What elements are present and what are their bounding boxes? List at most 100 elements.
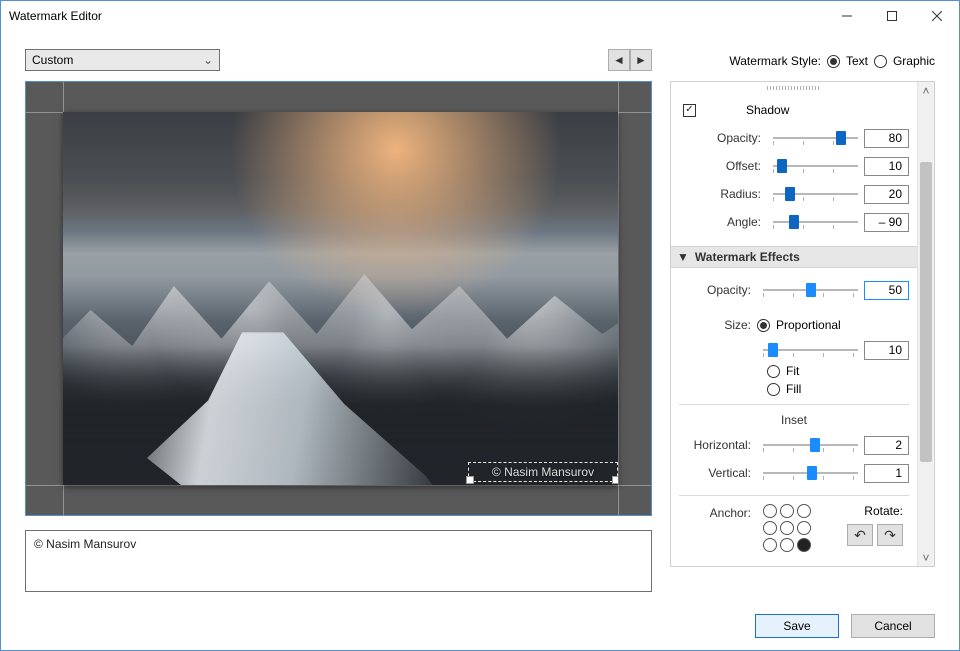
style-text-label: Text: [846, 54, 868, 68]
titlebar: Watermark Editor: [1, 1, 959, 31]
inset-horizontal-value[interactable]: 2: [864, 436, 909, 455]
watermark-style-label: Watermark Style:: [729, 54, 821, 68]
size-value[interactable]: 10: [864, 341, 909, 360]
guide-line: [618, 82, 619, 515]
shadow-offset-row: Offset: 10: [679, 152, 909, 180]
rotate-right-button[interactable]: ↷: [877, 524, 903, 546]
size-suboptions: Fit Fill: [767, 364, 909, 396]
shadow-offset-slider[interactable]: [773, 156, 858, 176]
anchor-cell-bc[interactable]: [780, 538, 794, 552]
left-column: Custom ⌄ ◄ ► © Nasim Mansurov: [25, 49, 652, 602]
size-slider[interactable]: [763, 340, 858, 360]
shadow-label: Shadow: [746, 103, 789, 117]
dialog-footer: Save Cancel: [1, 602, 959, 650]
style-text-radio[interactable]: [827, 55, 840, 68]
shadow-offset-label: Offset:: [679, 159, 767, 173]
effects-opacity-label: Opacity:: [679, 283, 757, 297]
anchor-label: Anchor:: [679, 504, 757, 520]
size-fit-radio[interactable]: [767, 365, 780, 378]
nav-buttons: ◄ ►: [608, 49, 652, 71]
size-mode-row: Size: Proportional: [679, 314, 909, 336]
shadow-angle-slider[interactable]: [773, 212, 858, 232]
cancel-button[interactable]: Cancel: [851, 614, 935, 638]
preview-canvas[interactable]: © Nasim Mansurov: [25, 81, 652, 516]
anchor-grid[interactable]: [763, 504, 813, 554]
watermark-effects-header[interactable]: ▼ Watermark Effects: [671, 246, 917, 268]
inset-horizontal-label: Horizontal:: [679, 438, 757, 452]
anchor-cell-mc[interactable]: [780, 521, 794, 535]
scroll-thumb[interactable]: [920, 162, 932, 462]
next-image-button[interactable]: ►: [630, 49, 652, 71]
watermark-text-value: © Nasim Mansurov: [34, 537, 136, 551]
watermark-style-row: Watermark Style: Text Graphic: [670, 49, 935, 73]
shadow-toggle-row: Shadow: [679, 96, 909, 124]
close-button[interactable]: [914, 1, 959, 31]
watermark-text-input[interactable]: © Nasim Mansurov: [25, 530, 652, 592]
shadow-opacity-value[interactable]: 80: [864, 129, 909, 148]
content-area: Custom ⌄ ◄ ► © Nasim Mansurov: [1, 31, 959, 602]
shadow-angle-row: Angle: – 90: [679, 208, 909, 236]
save-button[interactable]: Save: [755, 614, 839, 638]
anchor-cell-bl[interactable]: [763, 538, 777, 552]
guide-line: [26, 485, 651, 486]
size-value-row: 10: [679, 336, 909, 364]
watermark-bounding-box[interactable]: © Nasim Mansurov: [468, 462, 618, 482]
maximize-button[interactable]: [869, 1, 914, 31]
panel-grip[interactable]: [767, 86, 821, 90]
watermark-effects-title: Watermark Effects: [695, 250, 800, 264]
style-graphic-radio[interactable]: [874, 55, 887, 68]
scroll-down-button[interactable]: ˅: [918, 549, 934, 566]
divider: [679, 495, 909, 496]
anchor-cell-tl[interactable]: [763, 504, 777, 518]
anchor-block: Anchor:: [679, 504, 813, 554]
shadow-radius-slider[interactable]: [773, 184, 858, 204]
right-column: Watermark Style: Text Graphic Shadow Opa…: [670, 49, 935, 602]
rotate-block: Rotate: ↶ ↷: [847, 504, 909, 546]
shadow-opacity-slider[interactable]: [773, 128, 858, 148]
anchor-cell-br[interactable]: [797, 538, 811, 552]
panel-scrollbar[interactable]: ˄ ˅: [917, 82, 934, 566]
anchor-rotate-row: Anchor:: [679, 504, 909, 554]
anchor-cell-mr[interactable]: [797, 521, 811, 535]
shadow-angle-label: Angle:: [679, 215, 767, 229]
watermark-editor-window: Watermark Editor Custom ⌄ ◄ ►: [0, 0, 960, 651]
effects-opacity-slider[interactable]: [763, 280, 858, 300]
effects-opacity-row: Opacity: 50: [679, 276, 909, 304]
shadow-radius-row: Radius: 20: [679, 180, 909, 208]
shadow-radius-value[interactable]: 20: [864, 185, 909, 204]
prev-image-button[interactable]: ◄: [608, 49, 630, 71]
shadow-opacity-label: Opacity:: [679, 131, 767, 145]
preset-dropdown[interactable]: Custom ⌄: [25, 49, 220, 71]
chevron-down-icon: ⌄: [203, 53, 213, 67]
size-proportional-label: Proportional: [776, 318, 841, 332]
shadow-radius-label: Radius:: [679, 187, 767, 201]
scroll-up-button[interactable]: ˄: [918, 82, 934, 99]
shadow-offset-value[interactable]: 10: [864, 157, 909, 176]
anchor-cell-tc[interactable]: [780, 504, 794, 518]
window-title: Watermark Editor: [9, 9, 824, 23]
size-fill-radio[interactable]: [767, 383, 780, 396]
size-fill-label: Fill: [786, 382, 801, 396]
watermark-overlay-text: © Nasim Mansurov: [492, 465, 594, 479]
shadow-angle-value[interactable]: – 90: [864, 213, 909, 232]
inset-horizontal-slider[interactable]: [763, 435, 858, 455]
inset-horizontal-row: Horizontal: 2: [679, 431, 909, 459]
preview-image: © Nasim Mansurov: [63, 112, 618, 485]
rotate-label: Rotate:: [864, 504, 903, 518]
shadow-checkbox[interactable]: [683, 104, 696, 117]
minimize-button[interactable]: [824, 1, 869, 31]
size-fit-label: Fit: [786, 364, 799, 378]
divider: [679, 404, 909, 405]
size-label: Size:: [679, 318, 757, 332]
preset-selected: Custom: [32, 53, 73, 67]
rotate-left-button[interactable]: ↶: [847, 524, 873, 546]
preset-bar: Custom ⌄ ◄ ►: [25, 49, 652, 71]
inset-vertical-value[interactable]: 1: [864, 464, 909, 483]
panel-body: Shadow Opacity: 80 Offset: 10 Radius:: [671, 82, 917, 566]
anchor-cell-ml[interactable]: [763, 521, 777, 535]
anchor-cell-tr[interactable]: [797, 504, 811, 518]
shadow-opacity-row: Opacity: 80: [679, 124, 909, 152]
effects-opacity-value[interactable]: 50: [864, 281, 909, 300]
size-proportional-radio[interactable]: [757, 319, 770, 332]
inset-vertical-slider[interactable]: [763, 463, 858, 483]
